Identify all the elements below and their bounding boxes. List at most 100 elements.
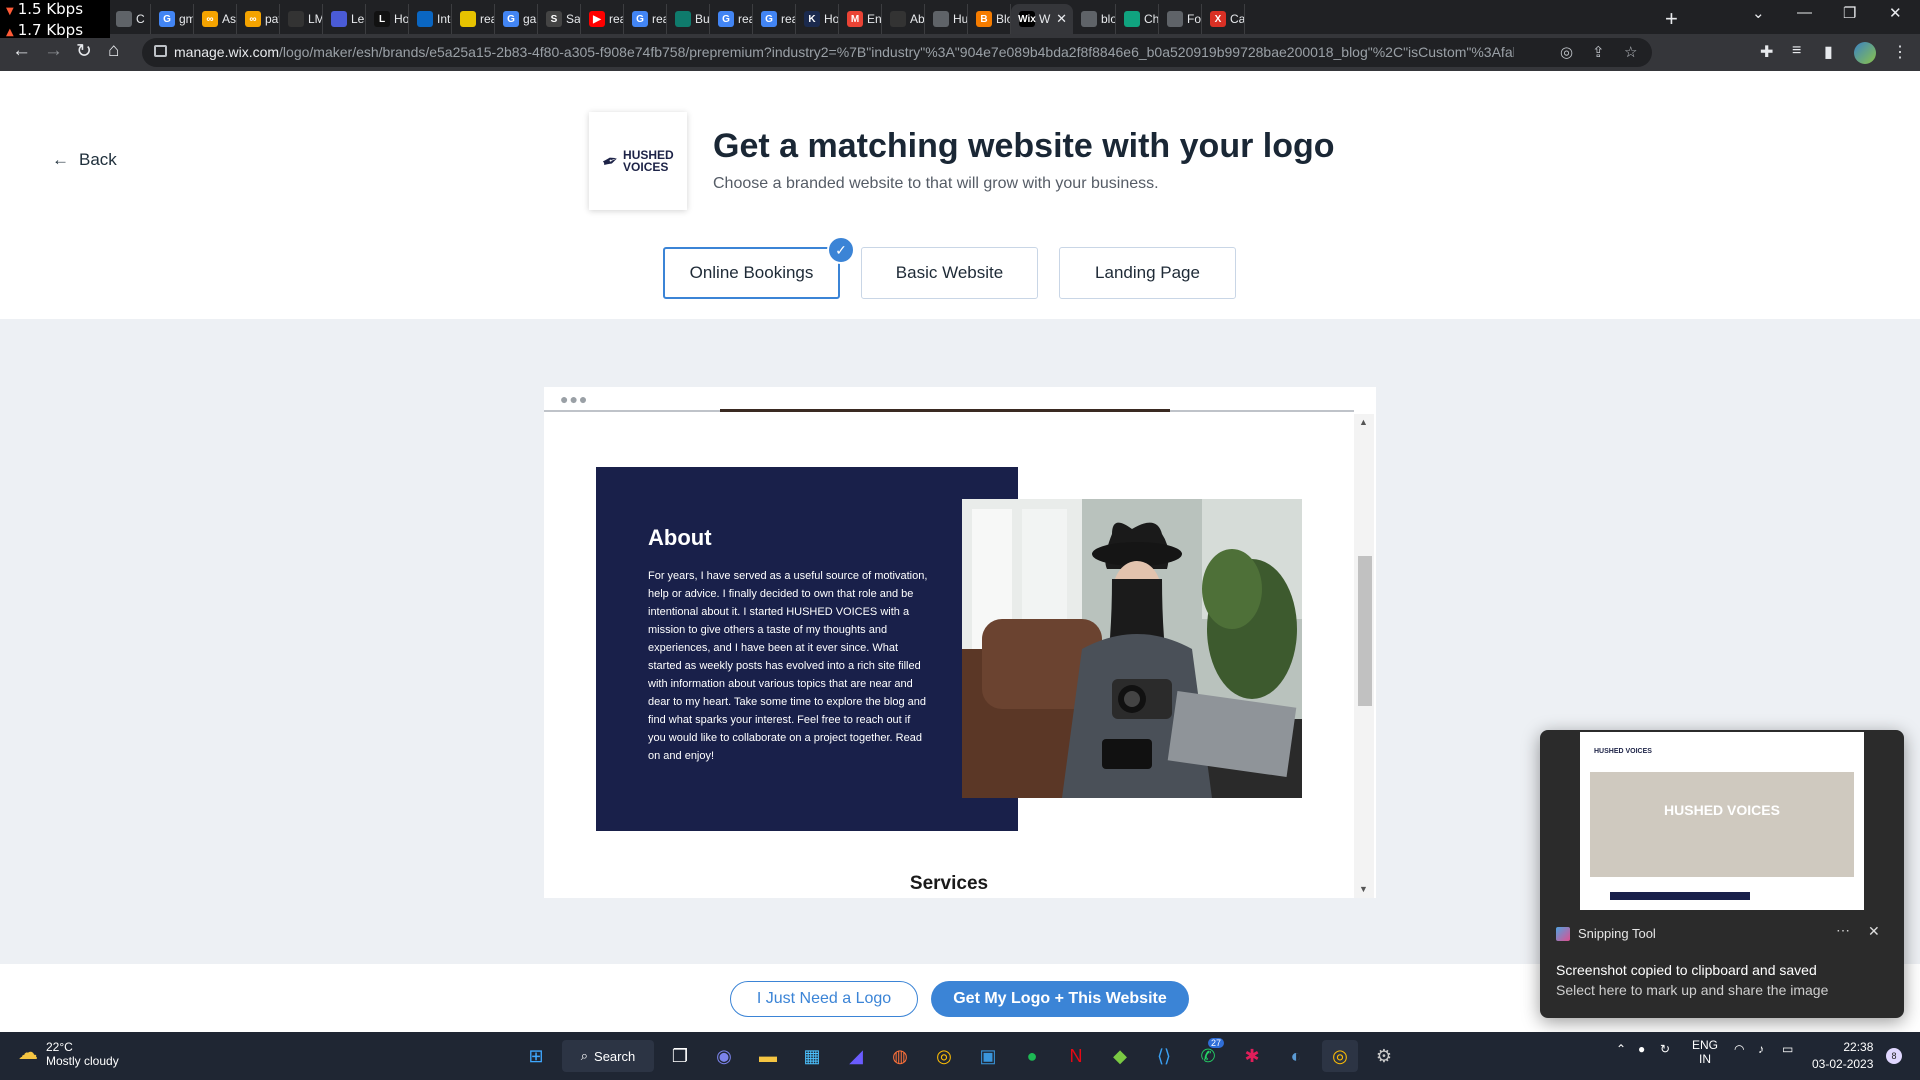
browser-tab[interactable]: ▶ real [581, 4, 624, 34]
restore-button[interactable]: ❐ [1843, 4, 1856, 22]
browser-tab[interactable]: ∞ patt [237, 4, 280, 34]
tray-app-icon[interactable]: ● [1638, 1042, 1645, 1056]
close-icon[interactable]: ✕ [1868, 923, 1880, 940]
file-explorer-icon[interactable]: ▬ [750, 1040, 786, 1072]
back-link[interactable]: ← Back [52, 150, 117, 170]
profile-avatar[interactable] [1854, 42, 1876, 64]
address-bar[interactable]: manage.wix.com/logo/maker/esh/brands/e5a… [142, 38, 1652, 67]
chrome-icon[interactable]: ◎ [926, 1040, 962, 1072]
toast-headline: Screenshot copied to clipboard and saved [1556, 962, 1817, 978]
close-window-button[interactable]: ✕ [1889, 4, 1902, 22]
home-icon[interactable]: ⌂ [108, 40, 119, 62]
browser-tab-strip: CGgm∞Ass∞pattLMSLeaLHowInterealGgalaSSam… [0, 0, 1920, 34]
reload-icon[interactable]: ↻ [76, 40, 92, 63]
back-arrow-icon[interactable]: ← [12, 40, 31, 62]
tab-title: real [738, 12, 752, 26]
url-text[interactable]: manage.wix.com/logo/maker/esh/brands/e5a… [174, 44, 1514, 60]
browser-tab[interactable]: Greal [710, 4, 753, 34]
browser-tab[interactable]: Forr [1159, 4, 1202, 34]
microsoft-store-icon[interactable]: ▦ [794, 1040, 830, 1072]
browser-tab[interactable]: C [108, 4, 151, 34]
qbittorrent-icon[interactable]: ◐ [1278, 1040, 1314, 1072]
chrome-active-icon[interactable]: ◎ [1322, 1040, 1358, 1072]
browser-tab[interactable]: Abh [882, 4, 925, 34]
browser-tab[interactable]: S Sam [538, 4, 581, 34]
selected-check-icon: ✓ [827, 236, 855, 264]
reading-list-icon[interactable]: ≡ [1792, 42, 1801, 60]
language-indicator[interactable]: ENG IN [1692, 1038, 1718, 1066]
browser-tab[interactable]: real [452, 4, 495, 34]
browser-tab[interactable]: Wix W ✕ [1011, 4, 1073, 34]
tab-title: real [652, 12, 666, 26]
tab-favicon-icon: G [632, 11, 648, 27]
website-preview-frame[interactable]: ●●● About For years, I have served as a … [544, 387, 1376, 898]
browser-tab[interactable]: M Eng [839, 4, 882, 34]
spotify-icon[interactable]: ● [1014, 1040, 1050, 1072]
just-logo-button[interactable]: I Just Need a Logo [730, 981, 918, 1017]
browser-tab[interactable]: LMS [280, 4, 323, 34]
tab-title: How [394, 12, 409, 26]
tab-close-icon[interactable]: ✕ [1056, 11, 1073, 27]
preview-scrollbar-thumb[interactable] [1358, 556, 1372, 706]
tray-sync-icon[interactable]: ↻ [1660, 1042, 1670, 1056]
forward-arrow-icon[interactable]: → [44, 40, 63, 62]
browser-tab[interactable]: Lea [323, 4, 366, 34]
option-online-bookings[interactable]: Online Bookings [663, 247, 840, 299]
screenshot-thumbnail[interactable]: HUSHED VOICES HUSHED VOICES [1580, 732, 1864, 910]
option-landing-page[interactable]: Landing Page [1059, 247, 1236, 299]
browser-tab[interactable]: Inte [409, 4, 452, 34]
scroll-up-arrow-icon[interactable]: ▲ [1359, 417, 1368, 427]
browser-tab[interactable]: Cha [1116, 4, 1159, 34]
whatsapp-icon[interactable]: ✆ 27 [1190, 1038, 1226, 1072]
vscode-icon[interactable]: ⟨⟩ [1146, 1040, 1182, 1072]
google-lens-icon[interactable]: ◎ [1560, 43, 1573, 61]
browser-tab[interactable]: Greal [624, 4, 667, 34]
option-basic-website[interactable]: Basic Website [861, 247, 1038, 299]
browser-tab[interactable]: Greal [753, 4, 796, 34]
weather-widget[interactable]: ☁ 22°C Mostly cloudy [18, 1040, 119, 1068]
new-tab-button[interactable]: + [1665, 6, 1678, 32]
browser-tab[interactable]: blo [1073, 4, 1116, 34]
about-photo [962, 499, 1302, 798]
browser-menu-icon[interactable]: ⋮ [1892, 42, 1908, 62]
browser-tab[interactable]: Hus [925, 4, 968, 34]
tab-search-icon[interactable]: ⌄ [1752, 4, 1765, 22]
system-clock[interactable]: 22:38 03-02-2023 [1812, 1039, 1873, 1073]
settings-gear-icon[interactable]: ⚙ [1366, 1040, 1402, 1072]
tab-title: Cat [1230, 12, 1245, 26]
notification-count-badge[interactable]: 8 [1886, 1048, 1902, 1064]
battery-icon[interactable]: ▭ [1782, 1042, 1793, 1056]
browser-tab[interactable]: Ggm [151, 4, 194, 34]
show-hidden-icons-chevron-icon[interactable]: ⌃ [1616, 1042, 1626, 1056]
browser-tab[interactable]: Ggala [495, 4, 538, 34]
browser-tab[interactable]: ∞ Ass [194, 4, 237, 34]
bookmark-star-icon[interactable]: ☆ [1624, 43, 1637, 61]
browser-tab[interactable]: B Blog [968, 4, 1011, 34]
scroll-down-arrow-icon[interactable]: ▼ [1359, 884, 1368, 894]
browser-tab[interactable]: L How [366, 4, 409, 34]
task-view-icon[interactable]: ❐ [662, 1040, 698, 1072]
browser-tab[interactable]: X Cat [1202, 4, 1245, 34]
snipping-tool-notification[interactable]: HUSHED VOICES HUSHED VOICES Snipping Too… [1540, 730, 1904, 1018]
browser-tab[interactable]: K How [796, 4, 839, 34]
more-options-icon[interactable]: ⋯ [1836, 922, 1850, 939]
teams-chat-icon[interactable]: ◉ [706, 1040, 742, 1072]
volume-icon[interactable]: ♪ [1758, 1042, 1764, 1056]
app-icon[interactable]: ◢ [838, 1040, 874, 1072]
get-logo-and-website-button[interactable]: Get My Logo + This Website [931, 981, 1189, 1017]
wifi-icon[interactable]: ◠ [1734, 1042, 1744, 1056]
browser-tab[interactable]: Buy [667, 4, 710, 34]
app-icon-2[interactable]: ▣ [970, 1040, 1006, 1072]
share-icon[interactable]: ⇪ [1592, 43, 1605, 61]
minimize-button[interactable]: — [1797, 4, 1812, 21]
side-panel-icon[interactable]: ▮ [1824, 42, 1833, 62]
bluestacks-icon[interactable]: ◆ [1102, 1040, 1138, 1072]
clock-date: 03-02-2023 [1812, 1057, 1874, 1071]
taskbar-search[interactable]: ⌕ Search [562, 1040, 654, 1072]
windows-start-icon[interactable]: ⊞ [518, 1040, 554, 1072]
firefox-icon[interactable]: ◍ [882, 1040, 918, 1072]
netflix-icon[interactable]: N [1058, 1040, 1094, 1072]
extensions-puzzle-icon[interactable]: ✚ [1760, 42, 1773, 62]
slack-icon[interactable]: ✱ [1234, 1040, 1270, 1072]
region-code: IN [1699, 1052, 1711, 1066]
